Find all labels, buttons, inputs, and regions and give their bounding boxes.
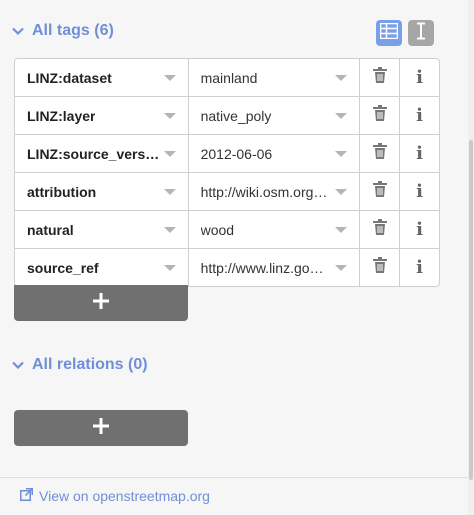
text-view-button[interactable] <box>408 20 434 46</box>
tag-value-input[interactable]: 2012-06-06 <box>189 135 361 172</box>
tag-key-input[interactable]: LINZ:source_versi… <box>15 135 189 172</box>
tag-row: source_ref http://www.linz.go… i <box>15 249 439 286</box>
chevron-down-icon[interactable] <box>163 188 176 195</box>
info-icon: i <box>416 105 423 126</box>
delete-tag-button[interactable] <box>360 173 401 210</box>
plus-icon <box>93 292 109 314</box>
chevron-down-icon[interactable] <box>335 74 348 81</box>
trash-icon <box>372 105 387 126</box>
tag-info-button[interactable]: i <box>400 173 439 210</box>
tag-row: LINZ:source_versi… 2012-06-06 i <box>15 135 439 173</box>
text-view-icon <box>414 22 428 45</box>
all-relations-title: All relations (0) <box>32 356 148 373</box>
info-icon: i <box>416 181 423 202</box>
chevron-down-icon[interactable] <box>335 112 348 119</box>
tag-info-button[interactable]: i <box>400 135 439 172</box>
tag-row: LINZ:layer native_poly i <box>15 97 439 135</box>
delete-tag-button[interactable] <box>360 59 401 96</box>
chevron-down-icon[interactable] <box>335 150 348 157</box>
chevron-down-icon[interactable] <box>163 112 176 119</box>
chevron-down-icon[interactable] <box>163 74 176 81</box>
tag-value-text: http://wiki.osm.org… <box>200 183 328 200</box>
delete-tag-button[interactable] <box>360 135 401 172</box>
add-tag-button[interactable] <box>14 285 188 321</box>
tag-key-text: LINZ:source_versi… <box>27 145 161 162</box>
info-icon: i <box>416 67 423 88</box>
tag-key-input[interactable]: attribution <box>15 173 189 210</box>
chevron-down-icon[interactable] <box>163 264 176 271</box>
list-view-button[interactable] <box>376 20 402 46</box>
trash-icon <box>372 143 387 164</box>
trash-icon <box>372 257 387 278</box>
list-view-icon <box>379 22 399 44</box>
trash-icon <box>372 67 387 88</box>
tag-value-input[interactable]: native_poly <box>189 97 361 134</box>
chevron-down-icon[interactable] <box>335 264 348 271</box>
tag-value-input[interactable]: mainland <box>189 59 361 96</box>
tag-key-text: source_ref <box>27 259 99 276</box>
tag-value-input[interactable]: wood <box>189 211 361 248</box>
footer-divider <box>0 477 468 478</box>
view-on-osm-text: View on openstreetmap.org <box>39 488 210 504</box>
scrollbar-thumb[interactable] <box>469 140 473 480</box>
all-tags-title: All tags (6) <box>32 22 114 39</box>
delete-tag-button[interactable] <box>360 211 401 248</box>
info-icon: i <box>416 257 423 278</box>
tag-key-input[interactable]: natural <box>15 211 189 248</box>
tag-info-button[interactable]: i <box>400 97 439 134</box>
tag-key-input[interactable]: source_ref <box>15 249 189 286</box>
view-on-osm-link[interactable]: View on openstreetmap.org <box>20 488 210 504</box>
tag-key-text: natural <box>27 221 74 238</box>
info-icon: i <box>416 143 423 164</box>
chevron-down-icon[interactable] <box>335 226 348 233</box>
trash-icon <box>372 181 387 202</box>
tag-value-text: wood <box>200 221 235 238</box>
trash-icon <box>372 219 387 240</box>
tag-row: natural wood i <box>15 211 439 249</box>
tag-editor-table: LINZ:dataset mainland i LINZ:layer nativ… <box>14 58 440 287</box>
tag-value-input[interactable]: http://www.linz.go… <box>189 249 361 286</box>
add-relation-button[interactable] <box>14 410 188 446</box>
delete-tag-button[interactable] <box>360 249 401 286</box>
tag-key-text: LINZ:dataset <box>27 69 112 86</box>
tag-key-text: attribution <box>27 183 97 200</box>
tag-key-input[interactable]: LINZ:layer <box>15 97 189 134</box>
tag-row: attribution http://wiki.osm.org… i <box>15 173 439 211</box>
chevron-down-icon <box>12 359 24 371</box>
external-link-icon <box>20 488 33 504</box>
scrollbar-track[interactable] <box>468 0 474 515</box>
tag-info-button[interactable]: i <box>400 59 439 96</box>
chevron-down-icon[interactable] <box>163 150 176 157</box>
tag-info-button[interactable]: i <box>400 249 439 286</box>
tag-info-button[interactable]: i <box>400 211 439 248</box>
tag-value-text: native_poly <box>200 107 272 124</box>
tag-value-text: http://www.linz.go… <box>200 259 324 276</box>
plus-icon <box>93 417 109 439</box>
tag-row: LINZ:dataset mainland i <box>15 59 439 97</box>
tag-key-text: LINZ:layer <box>27 107 96 124</box>
info-icon: i <box>416 219 423 240</box>
delete-tag-button[interactable] <box>360 97 401 134</box>
tag-key-input[interactable]: LINZ:dataset <box>15 59 189 96</box>
all-relations-toggle[interactable]: All relations (0) <box>12 356 148 374</box>
chevron-down-icon[interactable] <box>163 226 176 233</box>
tag-value-input[interactable]: http://wiki.osm.org… <box>189 173 361 210</box>
tag-value-text: 2012-06-06 <box>200 145 273 162</box>
all-tags-toggle[interactable]: All tags (6) <box>12 22 114 40</box>
tag-value-text: mainland <box>200 69 258 86</box>
chevron-down-icon <box>12 25 24 37</box>
chevron-down-icon[interactable] <box>335 188 348 195</box>
